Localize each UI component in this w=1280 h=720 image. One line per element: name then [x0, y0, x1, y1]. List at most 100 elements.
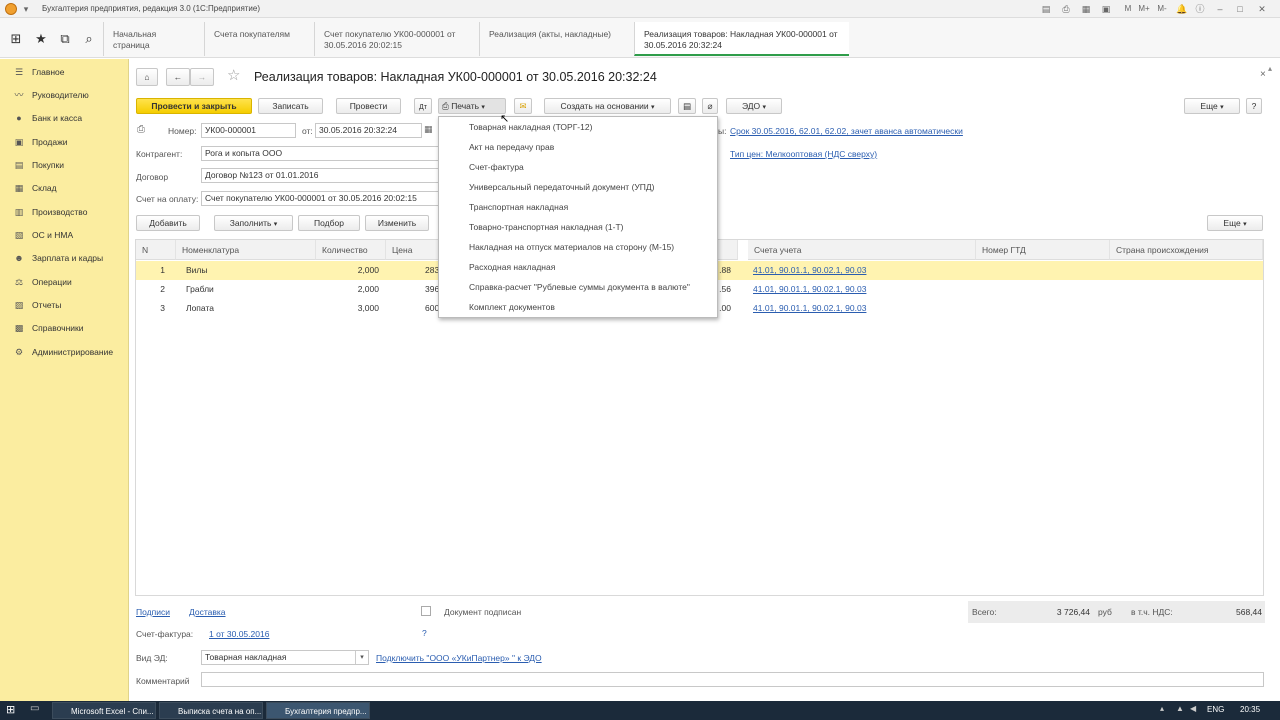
minimize-icon[interactable]: – — [1214, 3, 1226, 15]
language-indicator[interactable]: ENG — [1207, 705, 1224, 714]
sidebar-item-reports[interactable]: ▨ Отчеты — [13, 296, 128, 314]
print-menu-item-upd[interactable]: Универсальный передаточный документ (УПД… — [469, 177, 655, 197]
sidebar-item-warehouse[interactable]: ▦ Склад — [13, 179, 128, 197]
sidebar-item-assets[interactable]: ▧ ОС и НМА — [13, 226, 128, 244]
delivery-link[interactable]: Доставка — [189, 607, 226, 617]
tray-up-icon[interactable]: ▴ — [1160, 704, 1164, 713]
network-icon[interactable]: ▲ — [1176, 704, 1184, 713]
print-menu-item-m15[interactable]: Накладная на отпуск материалов на сторон… — [469, 237, 674, 257]
signatures-link[interactable]: Подписи — [136, 607, 170, 617]
row-accounts-link[interactable]: 41.01, 90.01.1, 90.02.1, 90.03 — [748, 280, 968, 299]
maximize-icon[interactable]: □ — [1234, 3, 1246, 15]
number-field[interactable]: УК00-000001 — [201, 123, 296, 138]
edo-connect-link[interactable]: Подключить "ООО «УКиПартнер» " к ЭДО — [376, 653, 542, 663]
tab-start-page[interactable]: Начальная страница — [103, 22, 204, 56]
taskbar-item-browser[interactable]: Выписка счета на оп... — [159, 702, 263, 719]
attach-button[interactable]: ⌀ — [702, 98, 718, 114]
sidebar-item-catalogs[interactable]: ▩ Справочники — [13, 319, 128, 337]
comment-field[interactable] — [201, 672, 1264, 687]
grid-more-button[interactable]: Еще ▾ — [1207, 215, 1263, 231]
more-button[interactable]: Еще ▾ — [1184, 98, 1240, 114]
print-menu-item-currency-calc[interactable]: Справка-расчет "Рублевые суммы документа… — [469, 277, 690, 297]
sidebar-item-sales[interactable]: ▣ Продажи — [13, 133, 128, 151]
calc-icon[interactable]: ▣ — [1100, 3, 1112, 15]
save-icon[interactable]: ▤ — [1040, 3, 1052, 15]
scroll-up-icon[interactable]: ▴ — [1268, 64, 1276, 74]
row-accounts-link[interactable]: 41.01, 90.01.1, 90.02.1, 90.03 — [748, 261, 968, 280]
dropdown-icon[interactable]: ▾ — [20, 3, 32, 15]
print-menu-item-waybill[interactable]: Расходная накладная — [469, 257, 555, 277]
sidebar-item-salary[interactable]: ☻ Зарплата и кадры — [13, 249, 128, 267]
print-menu-item-rights-act[interactable]: Акт на передачу прав — [469, 137, 554, 157]
volume-icon[interactable]: ◀ — [1190, 704, 1196, 713]
close-icon[interactable]: × — [1260, 69, 1266, 80]
memory-mminus-icon[interactable]: M- — [1156, 3, 1168, 15]
tab-sales-list[interactable]: Реализация (акты, накладные) — [479, 22, 634, 56]
info-icon[interactable]: ⓘ — [1194, 3, 1206, 15]
signed-checkbox[interactable] — [421, 606, 431, 616]
change-button[interactable]: Изменить — [365, 215, 429, 231]
calendar-icon[interactable]: ▦ — [1080, 3, 1092, 15]
contractor-field[interactable]: Рога и копыта ООО — [201, 146, 439, 161]
row-accounts-link[interactable]: 41.01, 90.01.1, 90.02.1, 90.03 — [748, 299, 968, 318]
sidebar-item-main[interactable]: ☰ Главное — [13, 63, 128, 81]
report-button[interactable]: ▤ — [678, 98, 696, 114]
col-header-accounts[interactable]: Счета учета — [748, 240, 976, 260]
history-icon[interactable]: ⧉ — [55, 29, 75, 49]
tab-sales-doc[interactable]: Реализация товаров: Накладная УК00-00000… — [634, 22, 849, 56]
start-icon[interactable]: ⊞ — [6, 703, 15, 716]
search-icon[interactable]: ⌕ — [79, 29, 99, 49]
add-row-button[interactable]: Добавить — [136, 215, 200, 231]
email-button[interactable]: ✉ — [514, 98, 532, 114]
col-header-gtd[interactable]: Номер ГТД — [976, 240, 1110, 260]
save-button[interactable]: Записать — [258, 98, 323, 114]
taskbar-item-1c[interactable]: Бухгалтерия предпр... — [266, 702, 370, 719]
post-button[interactable]: Провести — [336, 98, 401, 114]
invoice-field[interactable]: Счет покупателю УК00-000001 от 30.05.201… — [201, 191, 439, 206]
tab-invoice-doc[interactable]: Счет покупателю УК00-000001 от 30.05.201… — [314, 22, 479, 56]
print-menu-item-invoice[interactable]: Счет-фактура — [469, 157, 524, 177]
sidebar-item-production[interactable]: ▥ Производство — [13, 203, 128, 221]
contract-field[interactable]: Договор №123 от 01.01.2016 — [201, 168, 439, 183]
edo-button[interactable]: ЭДО ▾ — [726, 98, 782, 114]
memory-mplus-icon[interactable]: M+ — [1138, 3, 1150, 15]
sf-link[interactable]: 1 от 30.05.2016 — [209, 629, 269, 639]
col-header-country[interactable]: Страна происхождения — [1110, 240, 1263, 260]
task-view-icon[interactable]: ▭ — [30, 703, 39, 714]
create-based-on-button[interactable]: Создать на основании ▾ — [544, 98, 671, 114]
settlement-link[interactable]: Срок 30.05.2016, 62.01, 62.02, зачет ава… — [730, 126, 963, 136]
post-and-close-button[interactable]: Провести и закрыть — [136, 98, 252, 114]
dt-kt-button[interactable]: Дт — [414, 98, 432, 114]
col-header-n[interactable]: N — [136, 240, 176, 260]
date-field[interactable]: 30.05.2016 20:32:24 — [315, 123, 422, 138]
sidebar-item-bank[interactable]: ● Банк и касса — [13, 109, 128, 127]
print-menu-item-torg12[interactable]: Товарная накладная (ТОРГ-12) — [469, 117, 592, 137]
sidebar-item-purchases[interactable]: ▤ Покупки — [13, 156, 128, 174]
back-button[interactable]: ← — [166, 68, 190, 86]
notification-icon[interactable]: 🔔 — [1176, 3, 1188, 15]
help-button[interactable]: ? — [1246, 98, 1262, 114]
print-icon[interactable]: ⎙ — [1060, 3, 1072, 15]
chevron-down-icon[interactable]: ▾ — [355, 651, 368, 664]
print-button[interactable]: ⎙ Печать ▾ — [438, 98, 506, 114]
fill-button[interactable]: Заполнить ▾ — [214, 215, 293, 231]
memory-m-icon[interactable]: M — [1122, 3, 1134, 15]
apps-grid-icon[interactable]: ⊞ — [6, 29, 26, 49]
calendar-icon[interactable]: ▦ — [424, 124, 436, 137]
home-button[interactable]: ⌂ — [136, 68, 158, 86]
print-menu-item-transport[interactable]: Транспортная накладная — [469, 197, 568, 217]
sidebar-item-operations[interactable]: ⚖ Операции — [13, 273, 128, 291]
close-window-icon[interactable]: ✕ — [1256, 3, 1268, 15]
pick-button[interactable]: Подбор — [298, 215, 360, 231]
print-menu-item-doc-set[interactable]: Комплект документов — [469, 297, 555, 317]
help-question-icon[interactable]: ? — [422, 628, 427, 638]
favorite-star-icon[interactable]: ☆ — [227, 66, 240, 84]
forward-button[interactable]: → — [190, 68, 214, 86]
col-header-qty[interactable]: Количество — [316, 240, 386, 260]
sidebar-item-admin[interactable]: ⚙ Администрирование — [13, 343, 128, 361]
print-menu-item-1t[interactable]: Товарно-транспортная накладная (1-Т) — [469, 217, 624, 237]
col-header-item[interactable]: Номенклатура — [176, 240, 316, 260]
sidebar-item-director[interactable]: 〰 Руководителю — [13, 86, 128, 104]
favorites-star-icon[interactable]: ★ — [31, 29, 51, 49]
tab-invoices[interactable]: Счета покупателям — [204, 22, 314, 56]
